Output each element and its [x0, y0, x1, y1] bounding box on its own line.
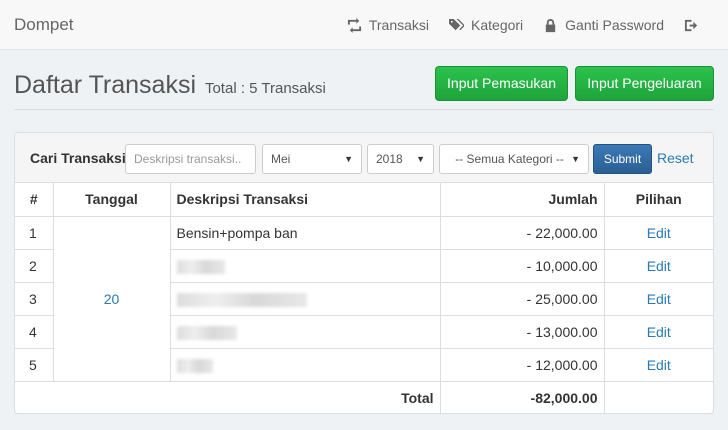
total-value: -82,000.00: [440, 381, 605, 413]
category-select[interactable]: -- Semua Kategori -- ▼: [439, 144, 589, 174]
brand[interactable]: Dompet: [14, 15, 74, 35]
row-amount: - 13,000.00: [440, 315, 605, 349]
nav-ganti-password-label: Ganti Password: [565, 17, 664, 33]
row-description: [170, 315, 441, 349]
nav-links: Transaksi Kategori Ganti Password: [347, 0, 728, 50]
row-number: 1: [15, 216, 54, 250]
redacted-text: [176, 259, 225, 274]
total-label: Total: [15, 381, 441, 413]
row-amount: - 12,000.00: [440, 348, 605, 382]
reset-link[interactable]: Reset: [657, 150, 694, 166]
edit-link[interactable]: Edit: [604, 216, 713, 250]
category-select-value: -- Semua Kategori --: [455, 152, 564, 166]
transaction-panel: Cari Transaksi Mei ▼ 2018 ▼ -- Semua Kat…: [14, 132, 714, 414]
date-cell: 20: [53, 216, 171, 382]
row-amount: - 22,000.00: [440, 216, 605, 250]
page-title: Daftar Transaksi Total : 5 Transaksi: [14, 71, 326, 100]
total-row: Total -82,000.00: [15, 381, 713, 413]
year-select[interactable]: 2018 ▼: [367, 144, 434, 174]
input-pemasukan-button[interactable]: Input Pemasukan: [435, 66, 568, 101]
nav-transaksi-label: Transaksi: [368, 17, 430, 33]
redacted-text: [176, 325, 237, 340]
row-number: 2: [15, 249, 54, 283]
input-pengeluaran-button[interactable]: Input Pengeluaran: [575, 66, 714, 101]
navbar: Dompet Transaksi Kategori Ganti Password: [0, 0, 728, 50]
nav-logout[interactable]: [684, 18, 706, 33]
row-description: [170, 282, 441, 316]
total-empty: [604, 381, 713, 413]
transaction-table: # Tanggal Deskripsi Transaksi Jumlah Pil…: [15, 183, 713, 413]
retweet-icon: [347, 17, 361, 33]
row-number: 3: [15, 282, 54, 316]
nav-ganti-password[interactable]: Ganti Password: [543, 17, 664, 33]
redacted-text: [176, 292, 307, 307]
edit-link[interactable]: Edit: [604, 249, 713, 283]
nav-transaksi[interactable]: Transaksi: [347, 17, 429, 33]
lock-icon: [545, 18, 556, 32]
col-header-options: Pilihan: [604, 183, 713, 217]
page-subtitle: Total : 5 Transaksi: [204, 80, 326, 97]
col-header-description: Deskripsi Transaksi: [170, 183, 441, 217]
row-description: Bensin+pompa ban: [170, 216, 441, 250]
month-select[interactable]: Mei ▼: [262, 144, 362, 174]
nav-kategori-label: Kategori: [471, 17, 524, 33]
search-label: Cari Transaksi: [30, 150, 126, 166]
col-header-amount: Jumlah: [440, 183, 605, 217]
row-amount: - 25,000.00: [440, 282, 605, 316]
row-description: [170, 348, 441, 382]
col-header-number: #: [15, 183, 54, 217]
page-header: Daftar Transaksi Total : 5 Transaksi Inp…: [14, 64, 714, 110]
caret-down-icon: ▼: [416, 154, 425, 164]
search-bar: Cari Transaksi Mei ▼ 2018 ▼ -- Semua Kat…: [15, 133, 713, 183]
table-row: 1 20 Bensin+pompa ban - 22,000.00 Edit: [15, 216, 713, 382]
nav-kategori[interactable]: Kategori: [449, 17, 523, 33]
search-input[interactable]: [125, 144, 256, 174]
row-number: 4: [15, 315, 54, 349]
page-title-text: Daftar Transaksi: [14, 71, 197, 99]
row-number: 5: [15, 348, 54, 382]
table-header-row: # Tanggal Deskripsi Transaksi Jumlah Pil…: [15, 183, 713, 217]
submit-button[interactable]: Submit: [593, 144, 652, 174]
logout-icon: [684, 19, 698, 31]
caret-down-icon: ▼: [344, 154, 353, 164]
edit-link[interactable]: Edit: [604, 348, 713, 382]
col-header-date: Tanggal: [53, 183, 171, 217]
row-amount: - 10,000.00: [440, 249, 605, 283]
caret-down-icon: ▼: [571, 154, 580, 164]
redacted-text: [176, 358, 213, 373]
month-select-value: Mei: [271, 152, 291, 166]
year-select-value: 2018: [376, 152, 403, 166]
edit-link[interactable]: Edit: [604, 282, 713, 316]
edit-link[interactable]: Edit: [604, 315, 713, 349]
row-description: [170, 249, 441, 283]
tags-icon: [449, 18, 465, 30]
